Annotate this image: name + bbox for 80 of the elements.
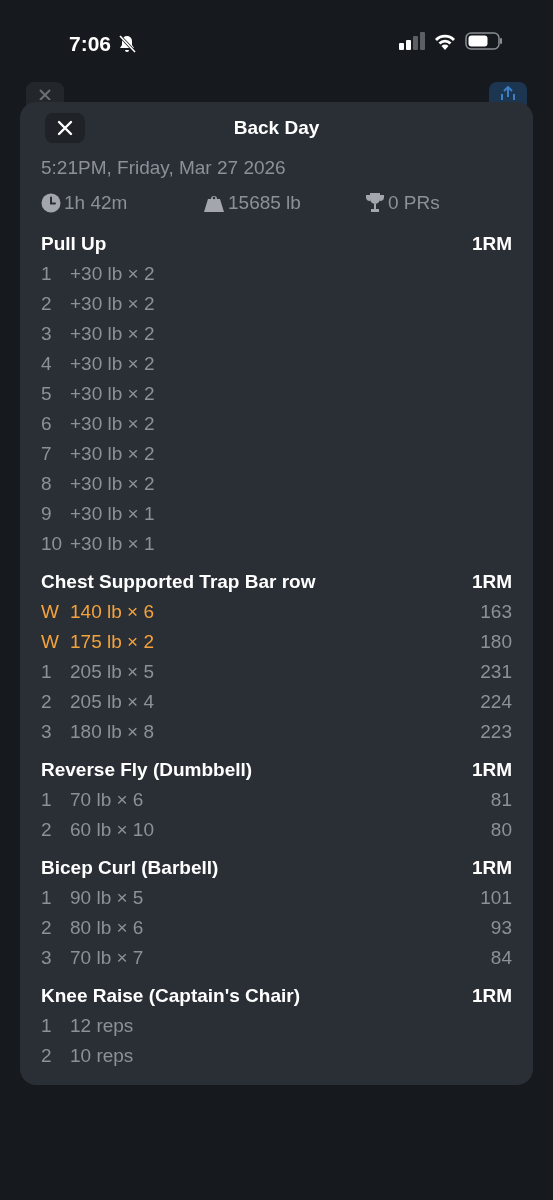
one-rm-value: 80 — [490, 817, 512, 842]
set-number: 10 — [41, 531, 64, 556]
set-weight: 205 lb × 4 — [70, 689, 154, 714]
set-number: 1 — [41, 261, 53, 286]
set-number: 3 — [41, 719, 53, 744]
stat-value: 1h 42m — [64, 190, 128, 215]
column-header: 1RM — [471, 569, 512, 594]
exercise-name: Pull Up — [41, 231, 107, 256]
set-number: 3 — [41, 945, 53, 970]
set-weight: 80 lb × 6 — [70, 915, 144, 940]
stat-value: 15685 lb — [228, 190, 301, 215]
close-button[interactable] — [45, 113, 85, 143]
set-number: 2 — [41, 1043, 53, 1068]
set-weight: +30 lb × 1 — [70, 501, 155, 526]
column-header: 1RM — [471, 983, 512, 1008]
set-number: 4 — [41, 351, 53, 376]
set-weight: 12 reps — [70, 1013, 134, 1038]
set-number: 9 — [41, 501, 53, 526]
one-rm-value: 223 — [480, 719, 512, 744]
exercise-name: Bicep Curl (Barbell) — [41, 855, 219, 880]
set-number: 2 — [41, 689, 53, 714]
close-icon — [57, 120, 73, 136]
set-weight: 175 lb × 2 — [70, 629, 154, 654]
set-weight: 90 lb × 5 — [70, 885, 144, 910]
set-weight: +30 lb × 2 — [70, 351, 155, 376]
exercise-name: Knee Raise (Captain's Chair) — [41, 983, 300, 1008]
set-weight: 180 lb × 8 — [70, 719, 154, 744]
set-weight: 70 lb × 7 — [70, 945, 144, 970]
set-number: W — [41, 629, 60, 654]
set-weight: 60 lb × 10 — [70, 817, 154, 842]
set-weight: 10 reps — [70, 1043, 134, 1068]
weight-icon — [203, 193, 225, 213]
signal-icon — [399, 32, 425, 50]
exercise-name: Chest Supported Trap Bar row — [41, 569, 316, 594]
set-number: 7 — [41, 441, 53, 466]
set-weight: 140 lb × 6 — [70, 599, 154, 624]
workout-date: 5:21PM, Friday, Mar 27 2026 — [41, 156, 287, 180]
one-rm-value: 224 — [480, 689, 512, 714]
exercise-name: Reverse Fly (Dumbbell) — [41, 757, 253, 782]
set-weight: +30 lb × 2 — [70, 291, 155, 316]
set-weight: +30 lb × 2 — [70, 441, 155, 466]
one-rm-value: 180 — [480, 629, 512, 654]
one-rm-value: 231 — [480, 659, 512, 684]
one-rm-value: 84 — [490, 945, 512, 970]
set-number: 2 — [41, 817, 53, 842]
set-weight: +30 lb × 1 — [70, 531, 155, 556]
battery-icon — [465, 32, 503, 50]
set-weight: +30 lb × 2 — [70, 381, 155, 406]
one-rm-value: 163 — [480, 599, 512, 624]
one-rm-value: 93 — [490, 915, 512, 940]
one-rm-value: 101 — [480, 885, 512, 910]
clock-icon — [41, 193, 61, 213]
clock-time: 7:06 — [69, 31, 112, 57]
wifi-icon — [433, 32, 457, 50]
set-number: 8 — [41, 471, 53, 496]
set-number: 1 — [41, 787, 53, 812]
column-header: 1RM — [471, 757, 512, 782]
set-number: W — [41, 599, 60, 624]
set-weight: +30 lb × 2 — [70, 321, 155, 346]
set-weight: 205 lb × 5 — [70, 659, 154, 684]
stat-value: 0 PRs — [388, 190, 440, 215]
set-number: 3 — [41, 321, 53, 346]
set-number: 1 — [41, 1013, 53, 1038]
set-weight: +30 lb × 2 — [70, 471, 155, 496]
set-number: 2 — [41, 291, 53, 316]
set-weight: 70 lb × 6 — [70, 787, 144, 812]
set-number: 6 — [41, 411, 53, 436]
column-header: 1RM — [471, 231, 512, 256]
set-weight: +30 lb × 2 — [70, 261, 155, 286]
workout-title: Back Day — [233, 115, 320, 140]
set-number: 1 — [41, 885, 53, 910]
close-icon — [38, 88, 52, 100]
set-number: 5 — [41, 381, 53, 406]
column-header: 1RM — [471, 855, 512, 880]
trophy-icon — [365, 192, 385, 214]
set-number: 2 — [41, 915, 53, 940]
one-rm-value: 81 — [490, 787, 512, 812]
set-weight: +30 lb × 2 — [70, 411, 155, 436]
set-number: 1 — [41, 659, 53, 684]
share-icon — [499, 86, 517, 100]
